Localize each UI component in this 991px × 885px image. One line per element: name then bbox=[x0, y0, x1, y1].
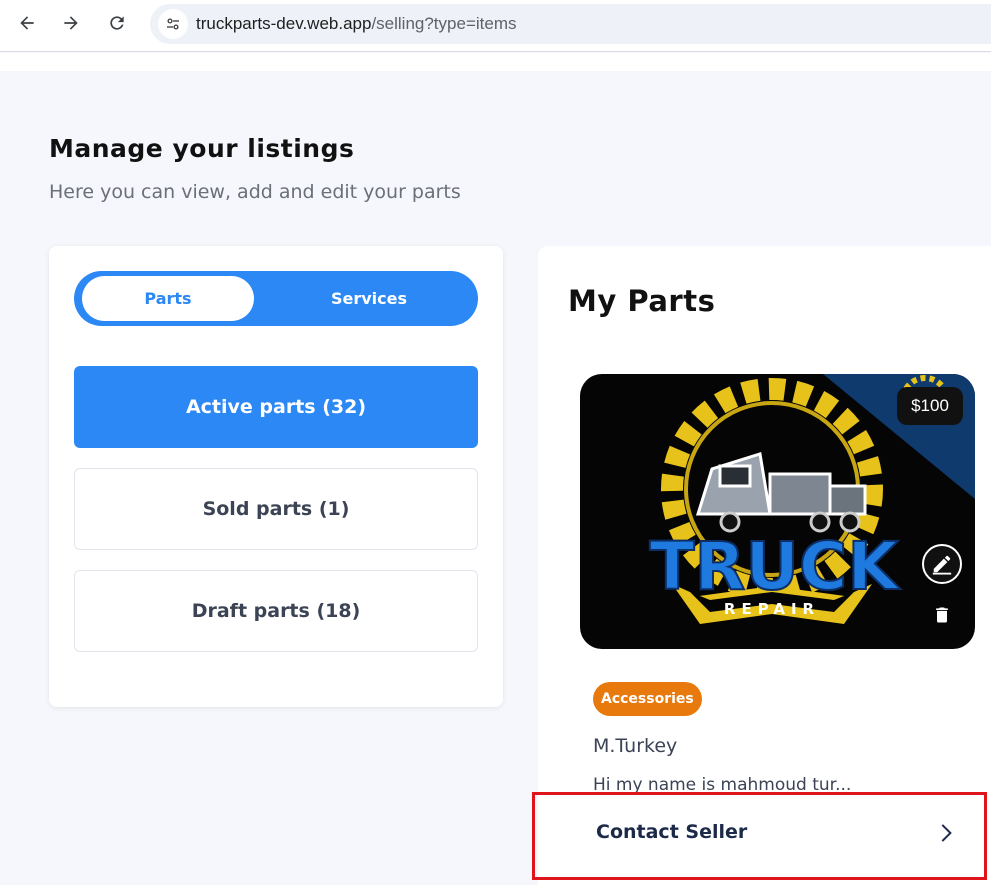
url-domain: truckparts-dev.web.app bbox=[196, 14, 372, 33]
draft-parts-button[interactable]: Draft parts (18) bbox=[74, 570, 478, 652]
parts-services-toggle: Parts Services bbox=[74, 271, 478, 326]
parts-tab[interactable]: Parts bbox=[82, 276, 254, 321]
browser-toolbar: truckparts-dev.web.app/selling?type=item… bbox=[0, 0, 991, 52]
pencil-icon bbox=[932, 555, 952, 575]
back-button[interactable] bbox=[10, 6, 44, 40]
url-path: /selling?type=items bbox=[371, 14, 517, 33]
sold-parts-button[interactable]: Sold parts (1) bbox=[74, 468, 478, 550]
my-parts-panel: My Parts TRUCK REPAIR $100 Accessories M… bbox=[538, 246, 991, 885]
category-badge: Accessories bbox=[593, 682, 702, 716]
page-title: Manage your listings bbox=[49, 134, 355, 163]
chevron-right-icon bbox=[941, 824, 952, 842]
url-text: truckparts-dev.web.app/selling?type=item… bbox=[196, 14, 517, 34]
page-subtitle: Here you can view, add and edit your par… bbox=[49, 181, 461, 203]
my-parts-title: My Parts bbox=[568, 284, 716, 318]
site-settings-icon[interactable] bbox=[158, 9, 188, 39]
address-bar[interactable]: truckparts-dev.web.app/selling?type=item… bbox=[150, 4, 991, 44]
listing-filter-panel: Parts Services Active parts (32) Sold pa… bbox=[49, 246, 503, 707]
contact-seller-label: Contact Seller bbox=[596, 821, 748, 843]
forward-button[interactable] bbox=[54, 6, 88, 40]
delete-button[interactable] bbox=[930, 601, 954, 629]
arrow-left-icon bbox=[20, 16, 34, 30]
price-badge: $100 bbox=[897, 387, 963, 425]
reload-button[interactable] bbox=[100, 6, 134, 40]
reload-icon bbox=[110, 16, 124, 30]
logo-word: TRUCK bbox=[649, 528, 901, 605]
arrow-right-icon bbox=[64, 16, 78, 30]
contact-seller-button[interactable]: Contact Seller bbox=[538, 799, 991, 885]
seller-name: M.Turkey bbox=[593, 735, 678, 757]
edit-button[interactable] bbox=[922, 544, 962, 584]
page-top-strip bbox=[0, 53, 991, 71]
active-parts-button[interactable]: Active parts (32) bbox=[74, 366, 478, 448]
services-tab[interactable]: Services bbox=[269, 276, 469, 321]
part-description: Hi my name is mahmoud tur... bbox=[593, 775, 852, 795]
trash-icon bbox=[936, 607, 948, 623]
logo-subword: REPAIR bbox=[724, 600, 820, 618]
